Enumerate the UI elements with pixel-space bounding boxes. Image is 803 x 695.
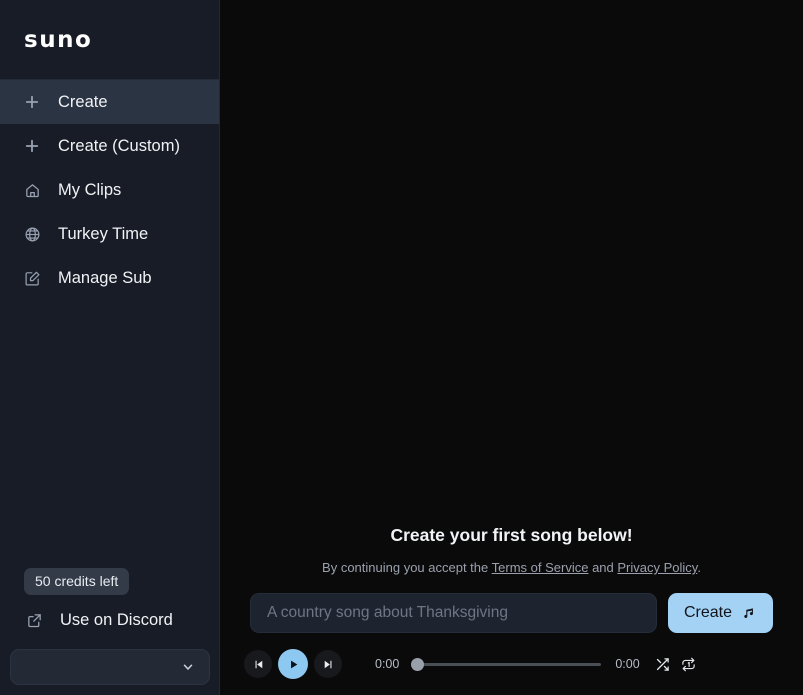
terms-of-service-link[interactable]: Terms of Service (492, 560, 589, 575)
use-on-discord-link[interactable]: Use on Discord (10, 605, 210, 635)
create-song-button[interactable]: Create (667, 593, 773, 633)
sidebar-item-label: Turkey Time (58, 224, 149, 243)
logo-header: suno (0, 0, 219, 80)
globe-icon (22, 224, 42, 244)
transport-controls (244, 649, 342, 679)
sidebar-item-turkey-time[interactable]: Turkey Time (0, 212, 219, 256)
main-content: Create your first song below! By continu… (220, 0, 803, 695)
skip-next-button[interactable] (314, 650, 342, 678)
plus-icon (22, 136, 42, 156)
skip-next-icon (322, 658, 335, 671)
repeat-one-icon (681, 657, 696, 672)
sidebar-item-create-custom[interactable]: Create (Custom) (0, 124, 219, 168)
skip-previous-button[interactable] (244, 650, 272, 678)
plus-icon (22, 92, 42, 112)
sidebar-footer: 50 credits left Use on Discord (0, 568, 220, 695)
sidebar-item-create[interactable]: Create (0, 80, 219, 124)
create-button-label: Create (683, 604, 732, 621)
external-link-icon (24, 610, 44, 630)
skip-previous-icon (252, 658, 265, 671)
chevron-down-icon (181, 660, 195, 674)
page-title: Create your first song below! (390, 525, 633, 545)
total-time: 0:00 (615, 657, 640, 671)
app-root: suno Create Create (Custom) My Clips Tur… (0, 0, 803, 695)
sidebar-item-label: Create (Custom) (58, 136, 180, 155)
sidebar-item-label: Manage Sub (58, 268, 152, 287)
hero-section: Create your first song below! By continu… (220, 525, 803, 633)
sidebar-item-manage-sub[interactable]: Manage Sub (0, 256, 219, 300)
sidebar-item-label: Create (58, 92, 108, 111)
play-button[interactable] (278, 649, 308, 679)
legal-text: By continuing you accept the Terms of Se… (240, 560, 783, 575)
seek-handle[interactable] (411, 657, 425, 671)
play-icon (287, 658, 300, 671)
current-time: 0:00 (375, 657, 400, 671)
legal-suffix: . (697, 560, 701, 575)
seek-slider[interactable] (411, 657, 602, 671)
privacy-policy-link[interactable]: Privacy Policy (617, 560, 697, 575)
main-spacer (220, 0, 803, 525)
legal-prefix: By continuing you accept the (322, 560, 492, 575)
music-note-icon (741, 605, 757, 621)
prompt-row: Create (240, 593, 783, 633)
sidebar-nav: Create Create (Custom) My Clips Turkey T… (0, 80, 219, 300)
sidebar-item-my-clips[interactable]: My Clips (0, 168, 219, 212)
credits-badge: 50 credits left (24, 568, 130, 595)
sidebar-item-label: My Clips (58, 180, 122, 199)
seek-track (421, 662, 602, 666)
account-select[interactable] (10, 649, 210, 685)
sidebar: suno Create Create (Custom) My Clips Tur… (0, 0, 220, 695)
repeat-button[interactable] (676, 651, 702, 677)
song-prompt-input[interactable] (250, 593, 657, 633)
suno-logo[interactable]: suno (24, 27, 92, 53)
use-on-discord-label: Use on Discord (60, 610, 173, 629)
home-icon (22, 180, 42, 200)
shuffle-button[interactable] (650, 651, 676, 677)
legal-middle: and (588, 560, 618, 575)
shuffle-icon (655, 657, 670, 672)
player-bar: 0:00 0:00 (220, 633, 803, 695)
edit-square-icon (22, 268, 42, 288)
